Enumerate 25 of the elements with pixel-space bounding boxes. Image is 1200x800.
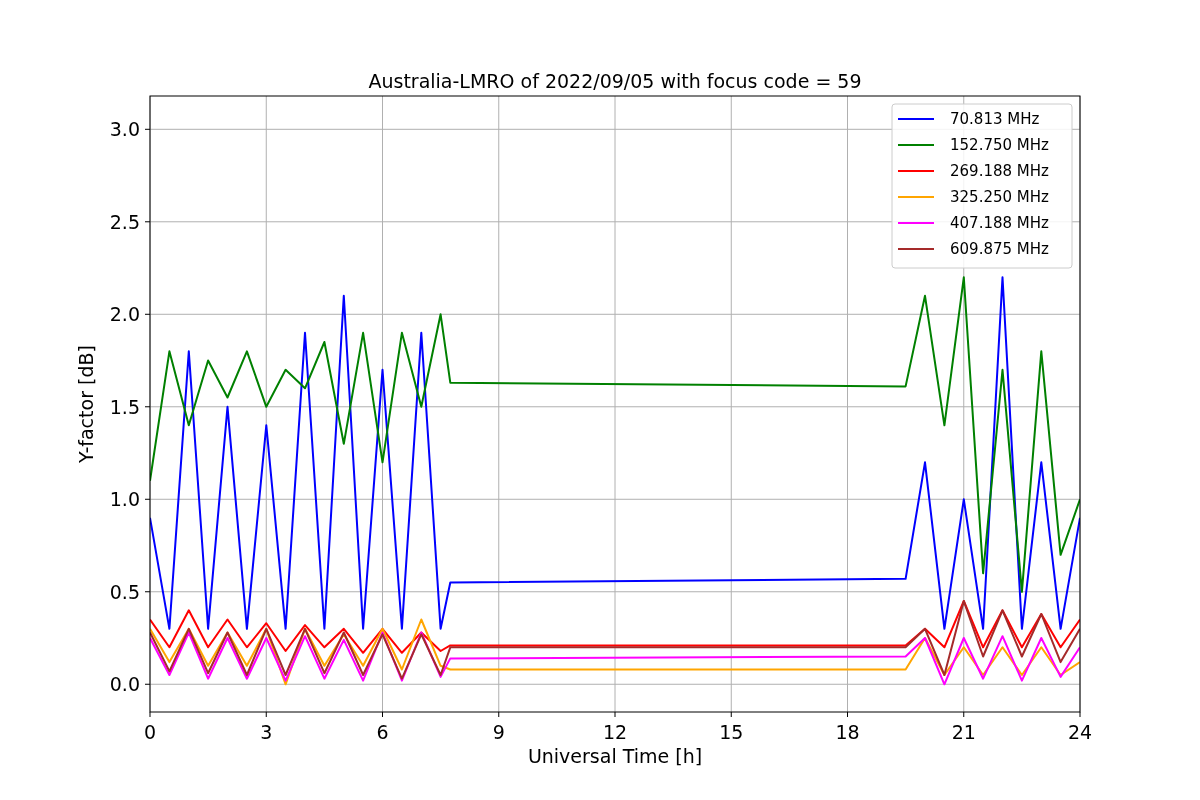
legend-label: 152.750 MHz	[950, 136, 1049, 154]
y-tick-label: 2.0	[109, 303, 140, 326]
x-tick-label: 6	[376, 721, 389, 743]
x-tick-label: 3	[260, 721, 273, 743]
x-tick-label: 21	[951, 721, 976, 743]
x-tick-label: 9	[492, 721, 505, 743]
legend-label: 325.250 MHz	[950, 188, 1049, 206]
y-tick-label: 0.5	[109, 580, 140, 603]
x-tick-label: 15	[719, 721, 744, 743]
y-axis-label: Y-factor [dB]	[75, 345, 97, 463]
y-tick-label: 1.0	[109, 488, 140, 511]
legend-label: 269.188 MHz	[950, 162, 1049, 180]
legend-label: 609.875 MHz	[950, 240, 1049, 258]
legend-label: 70.813 MHz	[950, 110, 1040, 128]
x-axis-label: Universal Time [h]	[527, 745, 703, 767]
y-tick-label: 3.0	[109, 118, 140, 141]
x-tick-label: 0	[143, 721, 157, 743]
y-tick-label: 0.0	[109, 673, 140, 696]
y-tick-label: 1.5	[109, 395, 140, 418]
chart-title: Australia-LMRO of 2022/09/05 with focus code = 59	[368, 70, 862, 92]
x-tick-label: 24	[1067, 721, 1093, 743]
x-tick-label: 12	[602, 721, 628, 743]
legend-label: 407.188 MHz	[950, 214, 1049, 232]
y-tick-label: 2.5	[109, 210, 140, 233]
x-tick-label: 18	[835, 721, 860, 743]
